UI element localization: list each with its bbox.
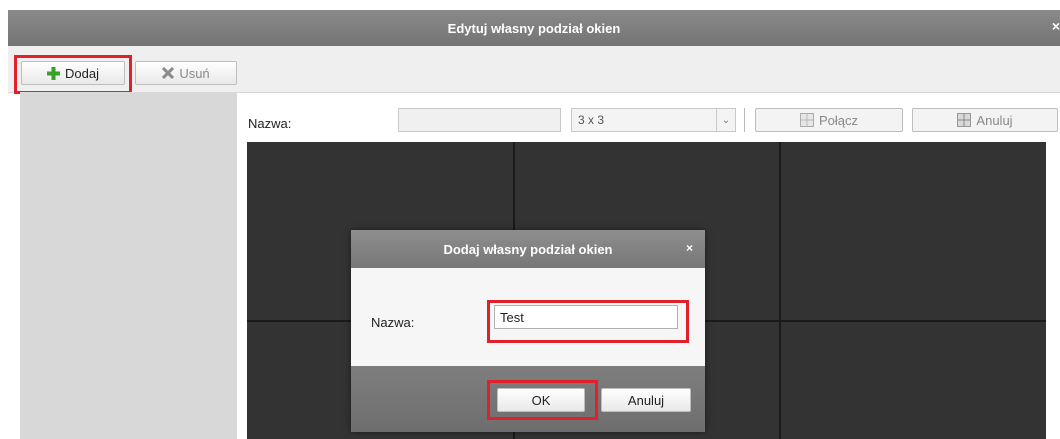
name-input-highlight [487, 300, 689, 343]
dialog-title: Dodaj własny podział okien [443, 241, 613, 257]
window-titlebar: Edytuj własny podział okien × [8, 10, 1060, 46]
cancel-grid-icon [957, 113, 972, 127]
plus-icon [47, 66, 61, 80]
delete-button[interactable]: Usuń [135, 61, 237, 85]
ok-button-highlight [487, 380, 598, 420]
name-field[interactable] [398, 108, 561, 132]
cancel-layout-button-label: Anuluj [976, 112, 1013, 128]
x-icon [162, 67, 175, 79]
chevron-down-icon[interactable]: ⌄ [716, 109, 735, 131]
close-icon[interactable]: × [686, 241, 693, 255]
merge-button-label: Połącz [818, 112, 859, 128]
delete-button-label: Usuń [179, 65, 210, 81]
window-title: Edytuj własny podział okien [447, 20, 621, 36]
layout-select[interactable]: 3 x 3 ⌄ [571, 108, 736, 132]
merge-button[interactable]: Połącz [755, 108, 903, 132]
add-button-label: Dodaj [65, 65, 99, 81]
dialog-name-label: Nazwa: [371, 315, 415, 330]
add-button[interactable]: Dodaj [21, 61, 125, 85]
dialog-titlebar: Dodaj własny podział okien × [351, 230, 705, 268]
dialog-cancel-button[interactable]: Anuluj [601, 388, 691, 412]
merge-icon [799, 113, 814, 127]
divider [744, 108, 745, 132]
name-label: Nazwa: [248, 116, 292, 131]
window-close-icon[interactable]: × [1052, 18, 1060, 34]
layout-select-value: 3 x 3 [578, 113, 605, 127]
layout-list-panel[interactable] [20, 92, 237, 439]
cancel-layout-button[interactable]: Anuluj [912, 108, 1058, 132]
grid-line [779, 142, 781, 439]
